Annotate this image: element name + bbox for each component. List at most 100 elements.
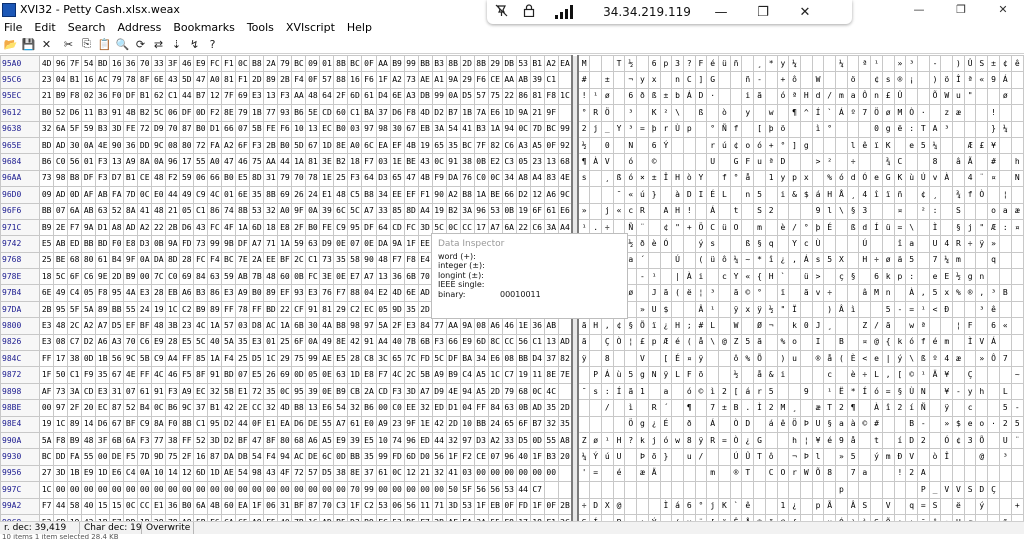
- char-cell[interactable]: :: [905, 268, 918, 286]
- hex-cell[interactable]: B9: [389, 55, 405, 73]
- hex-cell[interactable]: 12: [529, 186, 545, 204]
- hex-cell[interactable]: 17: [53, 350, 69, 368]
- hex-cell[interactable]: C5: [347, 186, 363, 204]
- hex-cell[interactable]: 9F: [543, 104, 559, 122]
- char-cell[interactable]: 4: [858, 186, 872, 204]
- hex-cell[interactable]: 63: [305, 235, 321, 253]
- remote-minimize-button[interactable]: —: [707, 5, 735, 20]
- char-cell[interactable]: ò: [718, 104, 731, 122]
- char-cell[interactable]: m: [706, 464, 720, 483]
- hex-cell[interactable]: 2D: [459, 55, 475, 73]
- hex-cell[interactable]: 01: [319, 55, 335, 73]
- hex-cell[interactable]: F8: [543, 87, 559, 106]
- hex-cell[interactable]: 2F: [389, 317, 405, 335]
- char-cell[interactable]: [823, 268, 837, 286]
- hex-cell[interactable]: 13: [263, 87, 279, 106]
- char-cell[interactable]: G: [706, 71, 720, 89]
- char-cell[interactable]: »: [893, 55, 907, 73]
- hex-cell[interactable]: 94: [459, 382, 475, 401]
- hex-cell[interactable]: 00: [487, 464, 503, 483]
- char-cell[interactable]: H: [671, 202, 684, 220]
- hex-cell[interactable]: 33: [375, 202, 391, 220]
- char-cell[interactable]: j: [647, 431, 661, 450]
- hex-cell[interactable]: 28: [179, 251, 195, 270]
- hex-cell[interactable]: C9: [193, 186, 209, 204]
- hex-cell[interactable]: 84: [193, 268, 209, 286]
- hex-cell[interactable]: F3: [165, 382, 181, 401]
- char-cell[interactable]: Í: [612, 382, 626, 401]
- char-cell[interactable]: ù: [905, 169, 918, 188]
- char-cell[interactable]: º: [846, 104, 860, 122]
- char-cell[interactable]: [835, 153, 848, 171]
- char-cell[interactable]: ÿ: [694, 431, 708, 450]
- menu-file[interactable]: File: [0, 21, 30, 34]
- hex-cell[interactable]: B6: [361, 399, 377, 417]
- hex-cell[interactable]: 1A: [277, 317, 293, 335]
- hex-cell[interactable]: F8: [403, 251, 419, 270]
- char-cell[interactable]: [811, 55, 825, 73]
- hex-cell[interactable]: 4C: [193, 317, 209, 335]
- char-cell[interactable]: 1: [764, 169, 778, 188]
- hex-cell[interactable]: 99: [557, 120, 573, 138]
- char-cell[interactable]: V: [952, 481, 965, 499]
- char-cell[interactable]: [881, 202, 895, 220]
- hex-cell[interactable]: F4: [291, 71, 307, 89]
- char-cell[interactable]: ­: [589, 186, 602, 204]
- char-cell[interactable]: a: [846, 87, 860, 106]
- char-cell[interactable]: î: [893, 235, 907, 253]
- hex-cell[interactable]: 0F: [361, 55, 377, 73]
- hex-cell[interactable]: FA: [109, 186, 125, 204]
- char-cell[interactable]: [: [893, 366, 907, 384]
- char-cell[interactable]: S: [963, 481, 977, 499]
- char-cell[interactable]: m: [753, 218, 766, 237]
- char-cell[interactable]: s: [577, 169, 591, 188]
- char-cell[interactable]: [998, 268, 1012, 286]
- char-cell[interactable]: Î: [659, 169, 673, 188]
- hex-cell[interactable]: BE: [53, 251, 69, 270]
- char-cell[interactable]: z: [940, 104, 954, 122]
- menu-xviscript[interactable]: XVIscript: [282, 21, 343, 34]
- hex-cell[interactable]: F6: [277, 120, 293, 138]
- hex-cell[interactable]: 9D: [389, 300, 405, 319]
- char-cell[interactable]: ò: [928, 448, 942, 466]
- hex-cell[interactable]: 1F: [375, 71, 391, 89]
- hex-cell[interactable]: C1: [529, 333, 545, 352]
- char-cell[interactable]: ê: [776, 415, 790, 433]
- char-cell[interactable]: [823, 55, 837, 73]
- hex-cell[interactable]: 75: [249, 153, 265, 171]
- char-cell[interactable]: [799, 366, 813, 384]
- char-cell[interactable]: g: [799, 136, 813, 155]
- char-cell[interactable]: *: [846, 382, 860, 401]
- char-cell[interactable]: L: [718, 186, 731, 204]
- char-cell[interactable]: Ì: [928, 218, 942, 237]
- hex-cell[interactable]: 80: [277, 431, 293, 450]
- char-cell[interactable]: ´: [636, 251, 649, 270]
- char-cell[interactable]: n: [975, 268, 989, 286]
- char-cell[interactable]: [998, 481, 1012, 499]
- hex-cell[interactable]: 39: [529, 71, 545, 89]
- hex-cell[interactable]: E5: [361, 431, 377, 450]
- hex-cell[interactable]: 07: [235, 366, 251, 384]
- char-cell[interactable]: ã: [729, 284, 743, 302]
- hex-cell[interactable]: 06: [165, 104, 181, 122]
- hex-cell[interactable]: 9C: [557, 186, 573, 204]
- char-cell[interactable]: ë: [893, 120, 907, 138]
- char-cell[interactable]: :: [905, 120, 918, 138]
- char-cell[interactable]: [671, 464, 684, 483]
- char-cell[interactable]: [975, 87, 989, 106]
- hex-cell[interactable]: 11: [81, 104, 97, 122]
- hex-cell[interactable]: 73: [319, 251, 335, 270]
- hex-cell[interactable]: 54: [249, 448, 265, 466]
- char-cell[interactable]: ¤: [1010, 218, 1024, 237]
- hex-cell[interactable]: F1: [221, 55, 237, 73]
- hex-cell[interactable]: 14: [165, 464, 181, 483]
- char-cell[interactable]: ¡: [905, 71, 918, 89]
- hex-cell[interactable]: 8C: [487, 333, 503, 352]
- hex-cell[interactable]: 0C: [137, 186, 153, 204]
- hex-cell[interactable]: 86: [207, 284, 223, 302]
- char-cell[interactable]: [905, 87, 918, 106]
- char-cell[interactable]: 3: [858, 202, 872, 220]
- char-cell[interactable]: H: [671, 317, 684, 335]
- char-cell[interactable]: [998, 136, 1012, 155]
- char-cell[interactable]: [694, 399, 708, 417]
